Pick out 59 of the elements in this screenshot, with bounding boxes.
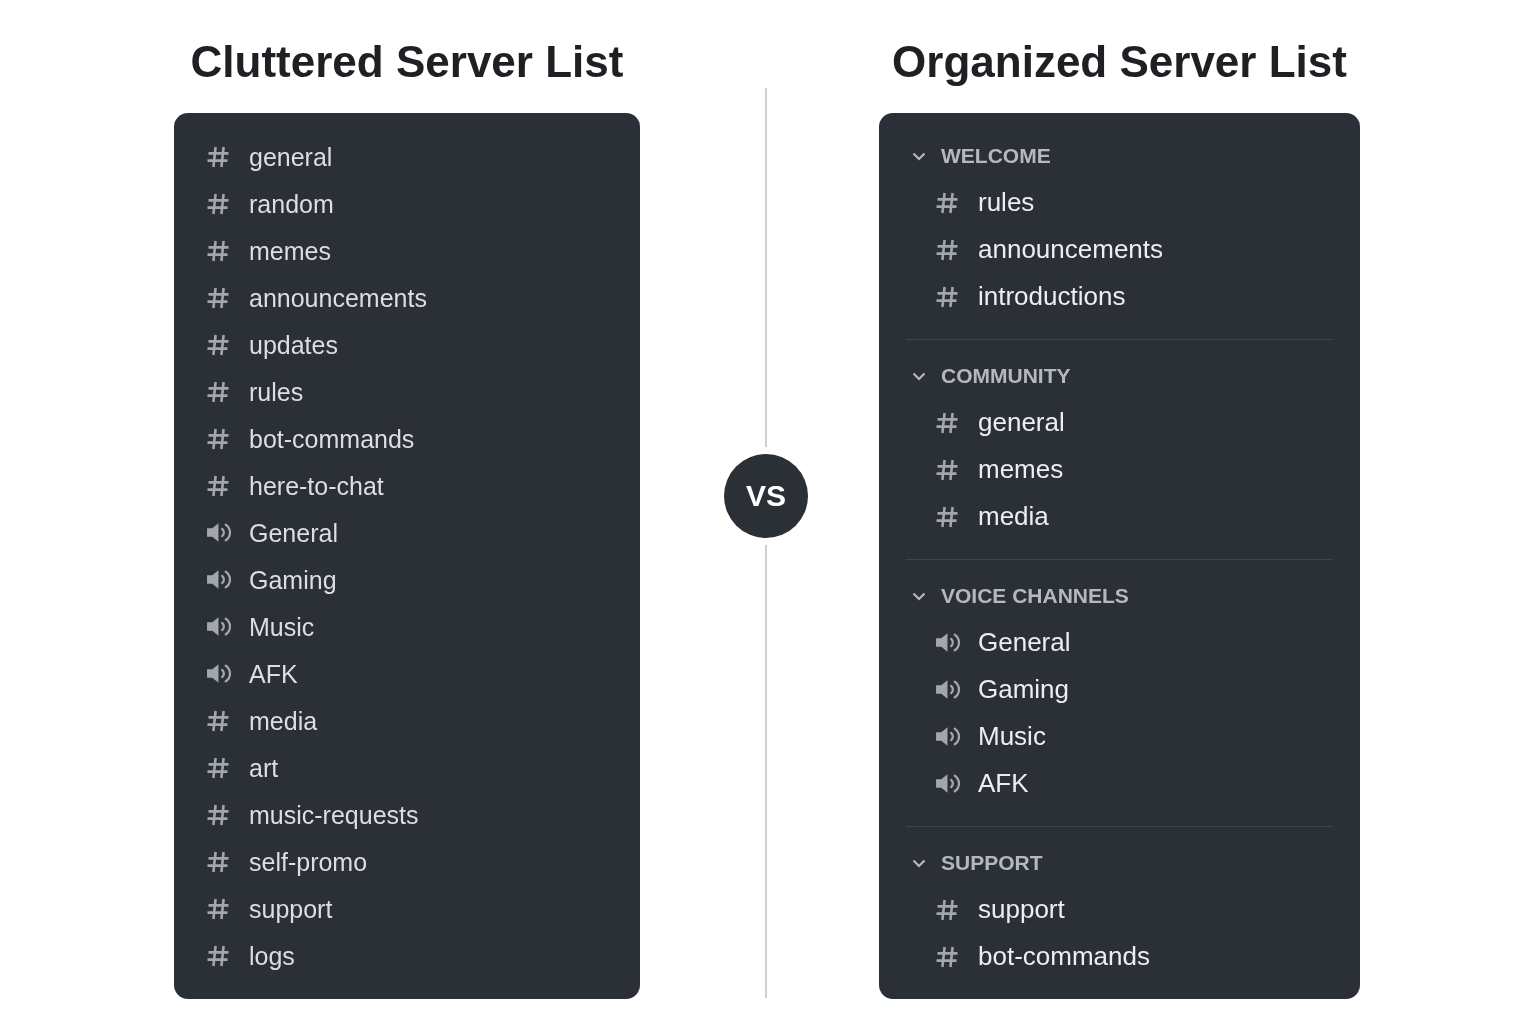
channel-item[interactable]: general <box>206 141 333 172</box>
hash-icon <box>206 285 230 310</box>
hash-icon <box>206 896 230 921</box>
channel-item[interactable]: memes <box>935 453 1064 486</box>
channel-item[interactable]: self-promo <box>206 846 368 877</box>
channel-item[interactable]: support <box>206 893 333 924</box>
panel-title: Organized Server List <box>892 36 1347 88</box>
channel-item[interactable]: bot-commands <box>935 940 1150 973</box>
channel-item[interactable]: support <box>935 893 1065 926</box>
channel-item[interactable]: Gaming <box>935 673 1070 706</box>
hash-icon <box>935 237 959 262</box>
channel-item[interactable]: announcements <box>935 233 1164 266</box>
hash-icon <box>935 410 959 435</box>
channel-item[interactable]: art <box>206 752 279 783</box>
channel-item[interactable]: AFK <box>935 767 1029 800</box>
hash-icon <box>206 238 230 263</box>
channel-item[interactable]: bot-commands <box>206 423 415 454</box>
channel-item[interactable]: Gaming <box>206 564 337 595</box>
hash-icon <box>935 284 959 309</box>
channel-item[interactable]: introductions <box>935 280 1126 313</box>
channel-item[interactable]: general <box>935 406 1065 439</box>
channel-item[interactable]: logs <box>206 940 295 971</box>
hash-icon <box>206 473 230 498</box>
channel-item[interactable]: announcements <box>206 282 427 313</box>
channel-item[interactable]: Music <box>935 720 1046 753</box>
hash-icon <box>206 708 230 733</box>
hash-icon <box>935 190 959 215</box>
channel-item[interactable]: media <box>935 500 1049 533</box>
hash-icon <box>206 191 230 216</box>
channel-item[interactable]: here-to-chat <box>206 470 384 501</box>
hash-icon <box>206 755 230 780</box>
channel-item[interactable]: rules <box>206 376 304 407</box>
panel-title: Cluttered Server List <box>190 36 624 88</box>
channel-item[interactable]: memes <box>206 235 331 266</box>
channel-item[interactable]: updates <box>206 329 338 360</box>
hash-icon <box>935 504 959 529</box>
channel-item[interactable]: music-requests <box>206 799 419 830</box>
hash-icon <box>206 943 230 968</box>
hash-icon <box>206 426 230 451</box>
channel-item[interactable]: media <box>206 705 318 736</box>
category-header[interactable]: SUPPORT <box>912 850 1043 876</box>
channel-item[interactable]: Music <box>206 611 315 642</box>
hash-icon <box>206 332 230 357</box>
hash-icon <box>206 379 230 404</box>
versus-badge: VS <box>724 454 808 538</box>
category-header[interactable]: COMMUNITY <box>912 363 1071 389</box>
hash-icon <box>935 897 959 922</box>
channel-item[interactable]: AFK <box>206 658 298 689</box>
channel-item[interactable]: General <box>935 626 1071 659</box>
channel-item[interactable]: General <box>206 517 338 548</box>
hash-icon <box>206 802 230 827</box>
channel-item[interactable]: rules <box>935 186 1035 219</box>
category-header[interactable]: WELCOME <box>912 143 1051 169</box>
channel-item[interactable]: random <box>206 188 334 219</box>
hash-icon <box>935 457 959 482</box>
hash-icon <box>206 144 230 169</box>
hash-icon <box>935 944 959 969</box>
hash-icon <box>206 849 230 874</box>
category-header[interactable]: VOICE CHANNELS <box>912 583 1129 609</box>
